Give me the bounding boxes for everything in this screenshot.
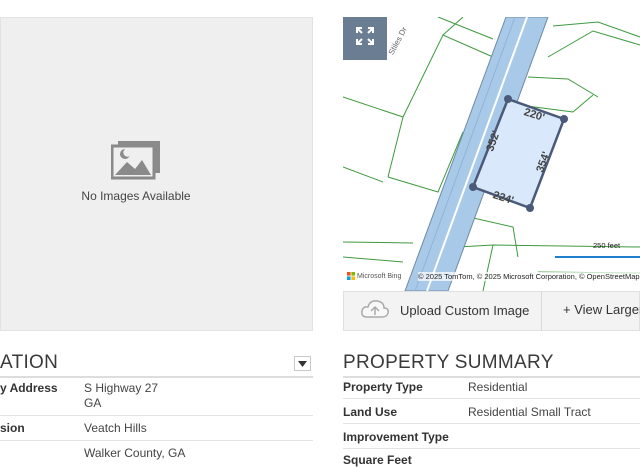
location-section-toggle[interactable] bbox=[294, 356, 311, 371]
image-placeholder-icon bbox=[110, 140, 161, 185]
button-divider bbox=[541, 292, 542, 330]
map-copyright: © 2025 TomTom, © 2025 Microsoft Corporat… bbox=[418, 272, 640, 281]
microsoft-logo: Microsoft Bing bbox=[347, 272, 401, 280]
chevron-down-icon bbox=[298, 360, 307, 367]
row-divider bbox=[0, 415, 313, 416]
upload-custom-image-button[interactable]: Upload Custom Image bbox=[344, 292, 540, 330]
road-label: Stiles Dr bbox=[387, 25, 409, 56]
location-section-header: ATION bbox=[0, 350, 313, 378]
location-row-value: S Highway 27 bbox=[84, 381, 159, 395]
location-row-value: Walker County, GA bbox=[84, 446, 186, 460]
expand-map-button[interactable] bbox=[343, 17, 387, 60]
expand-icon bbox=[355, 26, 375, 51]
cloud-upload-icon bbox=[360, 298, 390, 325]
summary-row-value: Residential bbox=[468, 380, 528, 394]
row-divider bbox=[0, 440, 313, 441]
location-row-key: sion bbox=[0, 421, 25, 435]
row-divider bbox=[343, 448, 640, 449]
map-actions-bar: Upload Custom Image + View Larger bbox=[343, 291, 640, 331]
location-row-value-line2: GA bbox=[84, 396, 102, 410]
no-images-text: No Images Available bbox=[81, 189, 191, 203]
summary-row-key: Property Type bbox=[343, 380, 423, 394]
location-section-title: ATION bbox=[0, 352, 59, 373]
property-summary-title: PROPERTY SUMMARY bbox=[343, 352, 554, 373]
image-gallery-panel: No Images Available bbox=[0, 17, 313, 331]
summary-row-key: Square Feet bbox=[343, 453, 412, 467]
row-divider bbox=[343, 423, 640, 424]
map-provider-label: Microsoft Bing bbox=[357, 272, 402, 280]
parcel-map[interactable]: 220' 352' 354' 224' Stiles Dr 250 feet M… bbox=[343, 17, 640, 291]
map-scale-label: 250 feet bbox=[593, 241, 621, 250]
location-row-value: Veatch Hills bbox=[84, 421, 147, 435]
property-summary-header: PROPERTY SUMMARY bbox=[343, 350, 640, 378]
microsoft-logo-icon bbox=[347, 272, 355, 280]
upload-custom-image-label: Upload Custom Image bbox=[400, 303, 530, 318]
location-row-key: y Address bbox=[0, 381, 58, 395]
summary-row-key: Land Use bbox=[343, 405, 398, 419]
view-larger-button[interactable]: + View Larger bbox=[563, 302, 640, 317]
summary-row-key: Improvement Type bbox=[343, 430, 449, 444]
row-divider bbox=[343, 398, 640, 399]
summary-row-value: Residential Small Tract bbox=[468, 405, 591, 419]
